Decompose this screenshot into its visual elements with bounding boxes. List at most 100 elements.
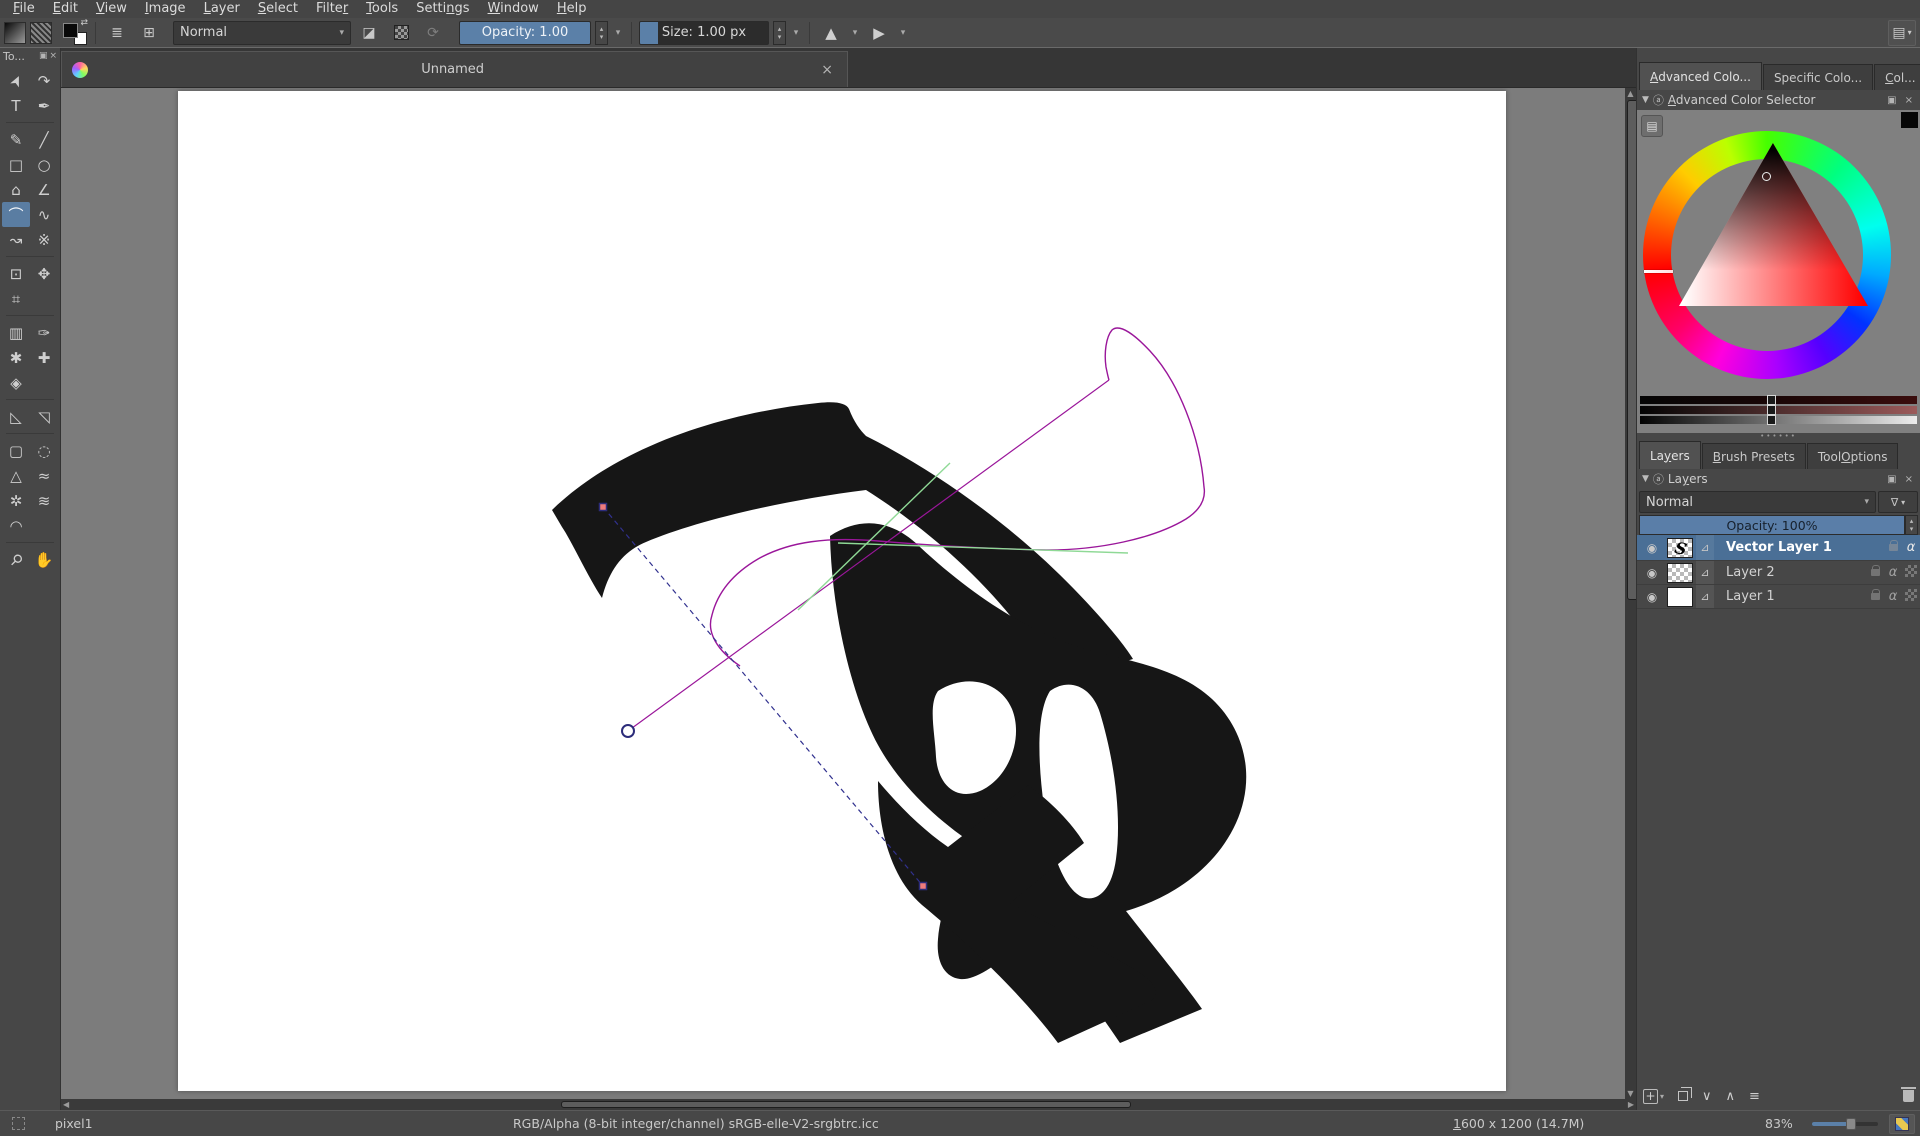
float-docker-icon[interactable]: ▣	[1885, 95, 1898, 106]
menu-file[interactable]: File	[4, 0, 44, 18]
tab-tool-options[interactable]: Tool Options	[1807, 443, 1899, 469]
move-layer-up-button[interactable]: ∧	[1726, 1089, 1736, 1104]
tool-move[interactable]: ✥	[30, 261, 58, 286]
tool-colorize-mask[interactable]: ✱	[2, 345, 30, 370]
menu-help[interactable]: Help	[548, 0, 596, 18]
layer-thumbnail[interactable]	[1667, 587, 1693, 607]
path-anchor-point[interactable]	[622, 725, 634, 737]
menu-window[interactable]: Window	[479, 0, 548, 18]
foreground-background-colors[interactable]: ⇄	[62, 20, 88, 46]
canvas-page[interactable]	[178, 91, 1506, 1091]
tool-similar-select[interactable]: ✲	[2, 488, 30, 513]
scroll-left-icon[interactable]: ◀	[63, 1099, 69, 1110]
tool-pan[interactable]: ✋	[30, 547, 58, 572]
vertical-scrollbar[interactable]: ▲ ▼	[1625, 88, 1636, 1099]
opacity-spinner[interactable]: ▴▾	[595, 21, 608, 45]
alpha-lock-icon[interactable]: α	[1884, 589, 1902, 604]
layer-visibility-icon[interactable]: ◉	[1637, 590, 1667, 604]
opacity-slider[interactable]: Opacity: 1.00	[459, 21, 591, 45]
tab-advanced-colo[interactable]: Advanced Colo...	[1639, 62, 1762, 90]
menu-select[interactable]: Select	[249, 0, 307, 18]
horizontal-scrollbar[interactable]: ◀ ▶	[61, 1099, 1636, 1110]
inherit-alpha-icon[interactable]	[1902, 589, 1920, 605]
slider-handle[interactable]	[1767, 415, 1776, 425]
size-spinner[interactable]: ▴▾	[773, 21, 786, 45]
tool-freehand-path[interactable]: ∿	[30, 202, 58, 227]
layer-properties-button[interactable]: ≡	[1749, 1089, 1760, 1104]
canvas-only-mode-button[interactable]	[1889, 1111, 1915, 1136]
vertical-scrollbar-thumb[interactable]	[1627, 100, 1636, 600]
layer-row[interactable]: ◉⊿Vector Layer 1α	[1637, 535, 1920, 561]
scroll-right-icon[interactable]: ▶	[1628, 1099, 1634, 1110]
tool-rectangle[interactable]: □	[2, 152, 30, 177]
mirror-horizontal-dropdown-icon[interactable]: ▾	[849, 28, 861, 38]
splitter-handle[interactable]: ••••••	[1637, 433, 1920, 441]
mirror-horizontal-button[interactable]: ▲	[817, 20, 845, 46]
opacity-dropdown-icon[interactable]: ▾	[612, 28, 624, 38]
menu-layer[interactable]: Layer	[195, 0, 249, 18]
tool-zoom[interactable]: ⚲	[2, 547, 30, 572]
size-slider[interactable]: Size: 1.00 px	[639, 21, 769, 45]
layer-opacity-slider[interactable]: Opacity: 100%	[1639, 515, 1905, 535]
tool-rect-select[interactable]: ▢	[2, 438, 30, 463]
tool-poly-select[interactable]: △	[2, 463, 30, 488]
tool-multibrush[interactable]: ※	[30, 227, 58, 252]
slider-handle[interactable]	[1767, 405, 1776, 415]
foreground-color-swatch[interactable]	[63, 23, 78, 38]
reload-preset-button[interactable]: ⟳	[419, 20, 447, 46]
tool-dynamic-brush[interactable]: ↝	[2, 227, 30, 252]
hue-ring[interactable]	[1643, 131, 1891, 379]
selector-settings-button[interactable]: ▤	[1641, 115, 1663, 137]
brush-editor-button[interactable]: ≣	[103, 20, 131, 46]
tool-freehand-brush[interactable]: ✎	[2, 127, 30, 152]
collapse-icon[interactable]: ▼	[1642, 95, 1649, 105]
tool-calligraphy[interactable]: ✒	[30, 93, 58, 118]
document-tab[interactable]: Unnamed ×	[61, 51, 848, 87]
layer-row[interactable]: ◉⊿Layer 1α	[1637, 585, 1920, 609]
tool-gradient[interactable]: ▥	[2, 320, 30, 345]
blend-mode-select[interactable]: Normal ▾	[173, 21, 351, 45]
slider-handle[interactable]	[1767, 395, 1776, 405]
close-docker-icon[interactable]: ×	[49, 51, 57, 61]
gradient-chooser-button[interactable]	[4, 22, 26, 44]
color-slider-2[interactable]	[1640, 406, 1917, 414]
close-tab-icon[interactable]: ×	[817, 62, 837, 78]
tool-polygon[interactable]: ⌂	[2, 177, 30, 202]
tool-transform[interactable]: ⊡	[2, 261, 30, 286]
swap-colors-icon[interactable]: ⇄	[80, 18, 88, 28]
menu-tools[interactable]: Tools	[357, 0, 407, 18]
menu-filter[interactable]: Filter	[307, 0, 357, 18]
scroll-down-icon[interactable]: ▼	[1625, 1089, 1636, 1098]
preserve-alpha-button[interactable]	[387, 20, 415, 46]
path-control-handle[interactable]	[600, 504, 607, 511]
layer-blend-mode-select[interactable]: Normal ▾	[1639, 491, 1876, 513]
tab-col[interactable]: Col...	[1874, 64, 1920, 90]
float-docker-icon[interactable]: ▣	[39, 51, 48, 61]
workspace-chooser-button[interactable]: ▤ ▾	[1888, 20, 1916, 46]
horizontal-scrollbar-thumb[interactable]	[561, 1101, 1131, 1108]
tool-select-shapes[interactable]: ➤	[2, 68, 30, 93]
close-docker-icon[interactable]: ×	[1903, 474, 1915, 485]
mirror-vertical-dropdown-icon[interactable]: ▾	[897, 28, 909, 38]
lock-icon[interactable]	[1884, 540, 1902, 555]
path-control-handle[interactable]	[920, 883, 927, 890]
tool-bezier-curve[interactable]: ⌒	[2, 202, 30, 227]
mirror-vertical-button[interactable]: ▶	[865, 20, 893, 46]
tab-brush-presets[interactable]: Brush Presets	[1702, 443, 1806, 469]
tool-freehand-select[interactable]: ≈	[30, 463, 58, 488]
tool-ellipse-select[interactable]: ◌	[30, 438, 58, 463]
zoom-slider[interactable]	[1812, 1111, 1878, 1136]
tool-line[interactable]: ╱	[30, 127, 58, 152]
add-layer-button[interactable]: + ▾	[1643, 1089, 1664, 1104]
tab-specific-colo[interactable]: Specific Colo...	[1763, 64, 1873, 90]
inherit-alpha-icon[interactable]	[1902, 565, 1920, 581]
tab-layers[interactable]: Layers	[1639, 441, 1701, 469]
delete-layer-button[interactable]	[1903, 1090, 1914, 1102]
alpha-lock-icon[interactable]: α	[1884, 565, 1902, 580]
size-dropdown-icon[interactable]: ▾	[790, 28, 802, 38]
tool-measure[interactable]: ◹	[30, 404, 58, 429]
lock-icon[interactable]	[1866, 589, 1884, 604]
menu-edit[interactable]: Edit	[44, 0, 87, 18]
layer-name[interactable]: Layer 2	[1714, 565, 1866, 580]
lock-icon[interactable]	[1866, 565, 1884, 580]
